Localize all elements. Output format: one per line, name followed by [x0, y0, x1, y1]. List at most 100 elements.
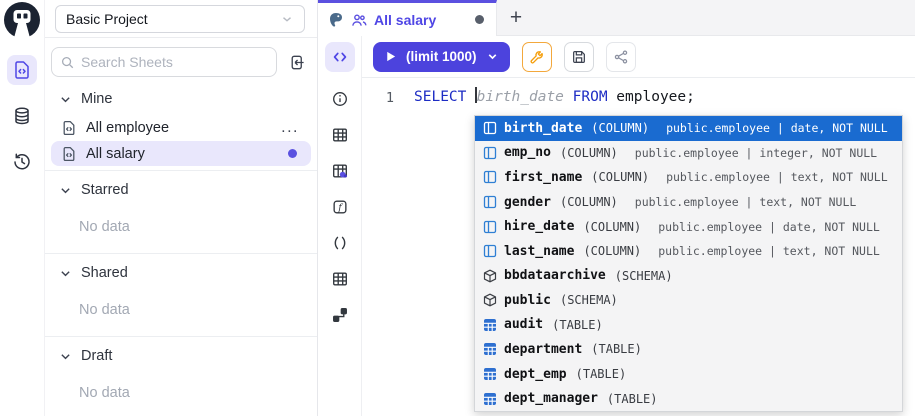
autocomplete-item-dept_manager[interactable]: dept_manager (TABLE): [475, 386, 902, 411]
autocomplete-detail: public.employee | text, NOT NULL: [635, 195, 857, 209]
editor-rail-code-button[interactable]: [325, 42, 355, 72]
section-header-mine[interactable]: Mine: [45, 82, 317, 115]
sheet-item-all-employee[interactable]: All employee...: [51, 115, 311, 140]
autocomplete-kind: (COLUMN): [591, 121, 649, 135]
autocomplete-item-hire_date[interactable]: hire_date(COLUMN)public.employee | date,…: [475, 214, 902, 239]
wrench-icon: [529, 49, 545, 65]
autocomplete-item-bbdataarchive[interactable]: bbdataarchive (SCHEMA): [475, 263, 902, 288]
editor-rail: f: [318, 36, 362, 416]
column-icon: [483, 121, 497, 135]
item-menu-button[interactable]: ...: [281, 119, 303, 137]
autocomplete-label: dept_manager: [504, 391, 598, 406]
autocomplete-kind: (COLUMN): [560, 195, 618, 209]
postgres-icon: [328, 12, 344, 28]
editor-rail-functions-button[interactable]: f: [325, 192, 355, 222]
section-header-starred[interactable]: Starred: [45, 173, 317, 206]
autocomplete-item-dept_emp[interactable]: dept_emp (TABLE): [475, 362, 902, 387]
editor-rail-variables-button[interactable]: [325, 228, 355, 258]
schema-icon: [483, 293, 497, 307]
empty-state-label: No data: [45, 372, 317, 416]
column-icon: [483, 195, 497, 209]
editor-rail-tables-button[interactable]: [325, 264, 355, 294]
autocomplete-kind: (TABLE): [576, 367, 627, 381]
autocomplete-kind: (TABLE): [591, 342, 642, 356]
autocomplete-label: department: [504, 342, 582, 357]
active-sheet-dot: [288, 149, 297, 158]
code-token-plain: employee;: [616, 89, 695, 105]
sheet-icon: [61, 120, 77, 136]
database-icon: [12, 106, 32, 126]
new-tab-button[interactable]: +: [497, 0, 535, 35]
chevron-down-icon: [59, 184, 72, 197]
tab-all-salary[interactable]: All salary: [318, 0, 497, 36]
format-wrench-button[interactable]: [522, 42, 552, 72]
autocomplete-label: public: [504, 293, 551, 308]
schema-flow-icon: [331, 306, 349, 324]
editor-rail-results-table-button[interactable]: [325, 120, 355, 150]
table-solid-icon: [483, 318, 497, 332]
code-token-keyword: SELECT: [414, 89, 475, 105]
autocomplete-kind: (SCHEMA): [615, 269, 673, 283]
autocomplete-dropdown: birth_date(COLUMN)public.employee | date…: [474, 115, 903, 412]
app-logo-icon[interactable]: [3, 1, 41, 39]
autocomplete-item-public[interactable]: public (SCHEMA): [475, 288, 902, 313]
autocomplete-item-first_name[interactable]: first_name(COLUMN)public.employee | text…: [475, 165, 902, 190]
sidebar-header: Basic Project: [45, 0, 317, 38]
autocomplete-item-emp_no[interactable]: emp_no(COLUMN)public.employee | integer,…: [475, 141, 902, 166]
autocomplete-label: audit: [504, 317, 543, 332]
section-label: Starred: [81, 182, 129, 198]
file-code-icon: [12, 60, 32, 80]
search-row: [45, 38, 317, 82]
editor-rail-schema-flow-button[interactable]: [325, 300, 355, 330]
section-header-shared[interactable]: Shared: [45, 256, 317, 289]
autocomplete-label: emp_no: [504, 145, 551, 160]
column-icon: [483, 220, 497, 234]
table-ai-icon: [331, 162, 349, 180]
autocomplete-label: last_name: [504, 244, 574, 259]
editor-rail-info-button[interactable]: [325, 84, 355, 114]
autocomplete-label: bbdataarchive: [504, 268, 606, 283]
autocomplete-label: dept_emp: [504, 367, 567, 382]
info-icon: [331, 90, 349, 108]
search-input[interactable]: [81, 54, 268, 70]
autocomplete-kind: (SCHEMA): [560, 293, 618, 307]
autocomplete-item-department[interactable]: department (TABLE): [475, 337, 902, 362]
parens-icon: [331, 234, 349, 252]
svg-text:f: f: [337, 202, 343, 213]
autocomplete-label: hire_date: [504, 219, 574, 234]
rail-sheets-button[interactable]: [7, 55, 37, 85]
sheet-icon: [61, 146, 77, 162]
collapse-sidebar-icon[interactable]: [283, 49, 309, 75]
search-icon: [60, 55, 75, 70]
schema-icon: [483, 269, 497, 283]
section-header-draft[interactable]: Draft: [45, 339, 317, 372]
chevron-down-icon: [59, 93, 72, 106]
section-divider: [45, 253, 317, 254]
line-number: 1: [376, 87, 394, 108]
autocomplete-item-birth_date[interactable]: birth_date(COLUMN)public.employee | date…: [475, 116, 902, 141]
empty-state-label: No data: [45, 289, 317, 333]
rail-history-button[interactable]: [7, 147, 37, 177]
chevron-down-icon: [59, 350, 72, 363]
section-divider: [45, 336, 317, 337]
users-icon: [351, 12, 367, 28]
sheet-item-all-salary[interactable]: All salary: [51, 141, 311, 166]
project-select-value: Basic Project: [66, 11, 148, 27]
autocomplete-item-last_name[interactable]: last_name(COLUMN)public.employee | text,…: [475, 239, 902, 264]
autocomplete-kind: (TABLE): [552, 318, 603, 332]
run-chevron-down-icon[interactable]: [486, 50, 499, 63]
share-icon: [613, 49, 629, 65]
search-box: [51, 47, 277, 77]
play-icon: [384, 50, 397, 63]
rail-database-button[interactable]: [7, 101, 37, 131]
autocomplete-item-audit[interactable]: audit (TABLE): [475, 313, 902, 338]
share-button[interactable]: [606, 42, 636, 72]
autocomplete-item-gender[interactable]: gender(COLUMN)public.employee | text, NO…: [475, 190, 902, 215]
chevron-down-icon: [280, 12, 294, 26]
table-grid-icon: [331, 270, 349, 288]
autocomplete-kind: (TABLE): [607, 392, 658, 406]
editor-rail-table-assist-button[interactable]: [325, 156, 355, 186]
run-query-button[interactable]: (limit 1000): [373, 42, 510, 72]
save-button[interactable]: [564, 42, 594, 72]
project-select[interactable]: Basic Project: [55, 5, 305, 33]
